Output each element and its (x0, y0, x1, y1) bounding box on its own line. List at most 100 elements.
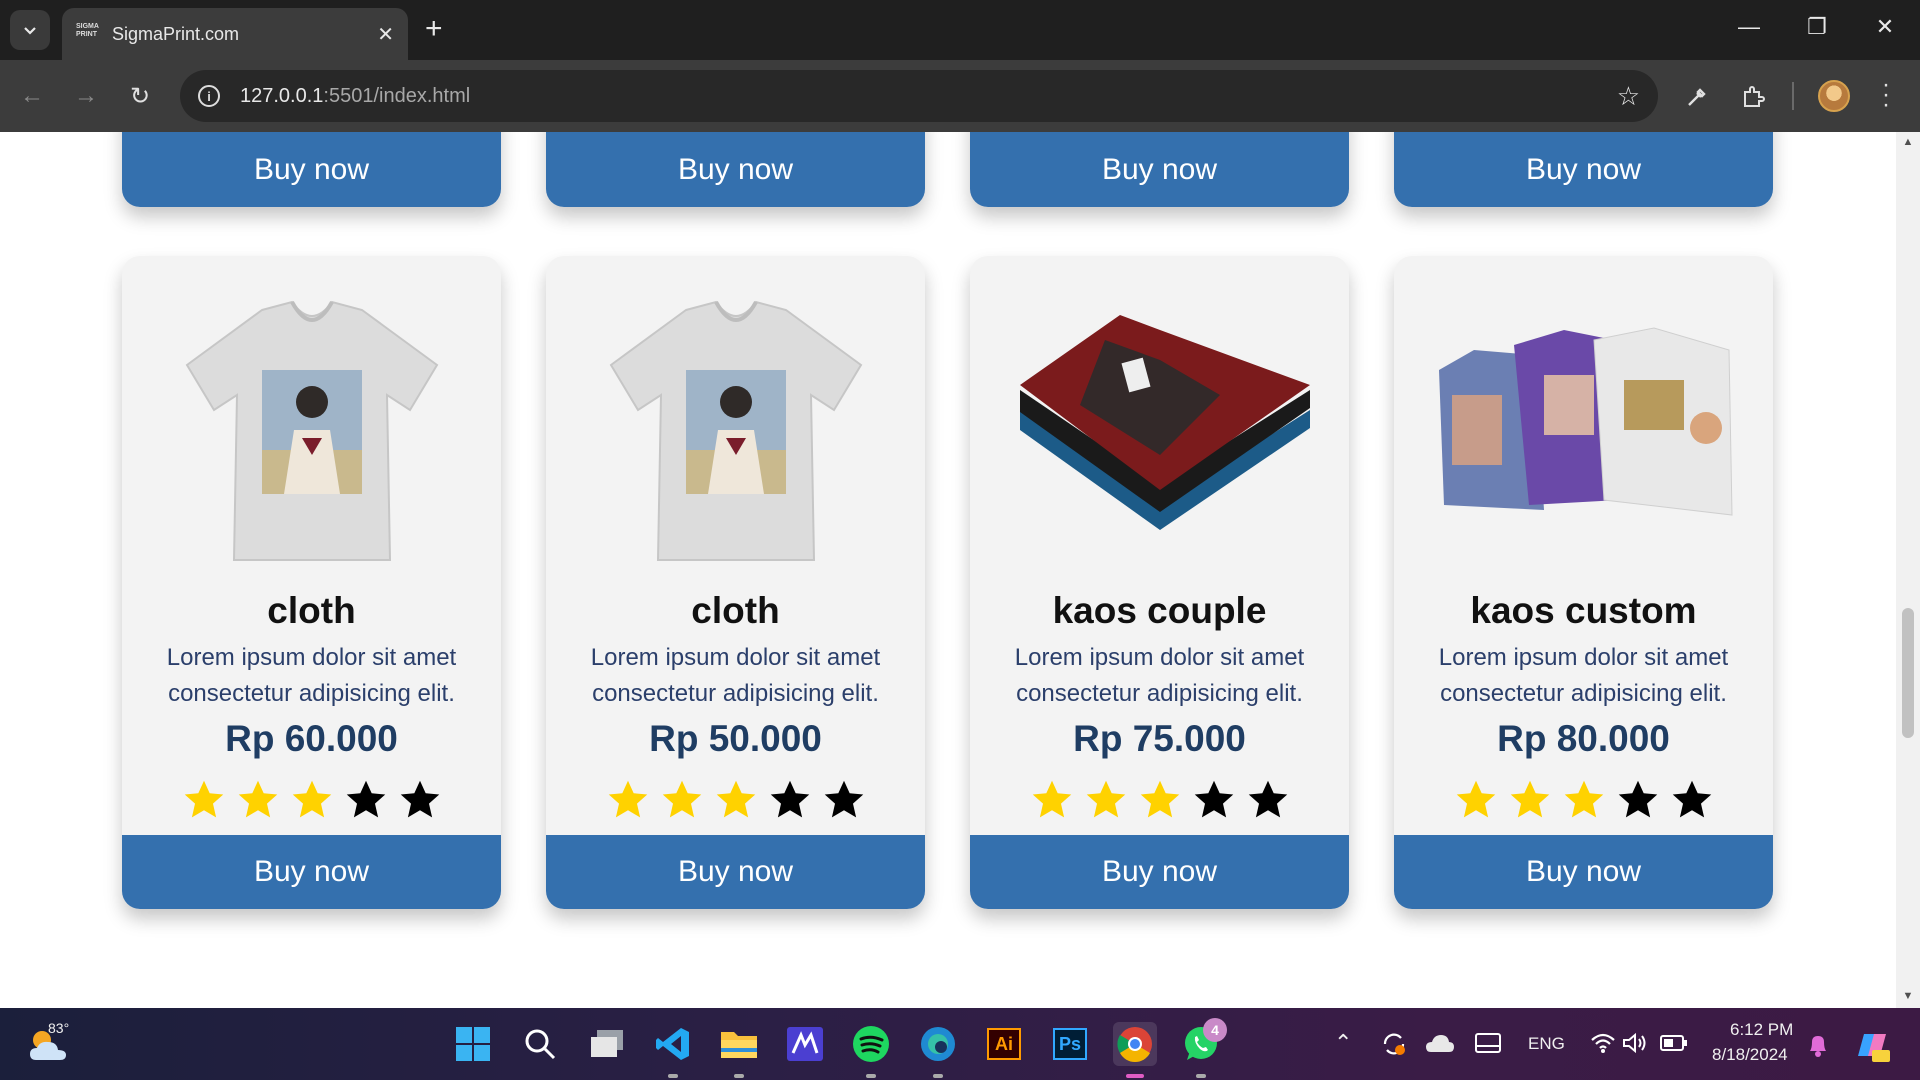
vscode-icon[interactable] (651, 1022, 695, 1066)
star-rating (546, 778, 925, 822)
url-host: 127.0.0.1 (240, 84, 324, 107)
star-filled-icon (1140, 780, 1179, 818)
forward-arrow-icon[interactable]: → (68, 78, 104, 114)
product-card: kaos custom Lorem ipsum dolor sit amet c… (1394, 256, 1773, 909)
buy-now-button[interactable]: Buy now (122, 835, 501, 909)
url-path: :5501/index.html (323, 84, 471, 107)
star-empty-icon (1618, 780, 1657, 818)
browser-toolbar: ← → ↻ i 127.0.0.1:5501/index.html ☆ (0, 60, 1920, 132)
star-filled-icon (662, 780, 701, 818)
product-card-partial: Buy now (122, 132, 501, 207)
copilot-icon[interactable] (1854, 1028, 1890, 1067)
input-language[interactable]: ENG (1528, 1034, 1565, 1054)
windows-taskbar: 83° Ai Ps 4 ⌃ ENG 6:12 PM 8/18/2024 (0, 1008, 1920, 1080)
buy-now-button[interactable]: Buy now (970, 132, 1349, 207)
running-indicator (933, 1074, 943, 1078)
product-price: Rp 80.000 (1497, 718, 1670, 759)
sync-icon[interactable] (1380, 1030, 1408, 1063)
file-explorer-icon[interactable] (717, 1022, 761, 1066)
star-filled-icon (1564, 780, 1603, 818)
close-tab-icon[interactable]: ✕ (377, 22, 394, 47)
product-description: Lorem ipsum dolor sit amet consectetur a… (166, 644, 457, 707)
show-hidden-icons-chevron-icon[interactable]: ⌃ (1334, 1030, 1352, 1056)
page-scrollbar[interactable]: ▲ ▼ (1896, 132, 1920, 1008)
onedrive-cloud-icon[interactable] (1425, 1032, 1455, 1059)
restore-icon[interactable]: ❐ (1802, 14, 1832, 40)
address-bar[interactable]: i 127.0.0.1:5501/index.html ☆ (180, 70, 1658, 122)
running-indicator (1196, 1074, 1206, 1078)
product-card: kaos couple Lorem ipsum dolor sit amet c… (970, 256, 1349, 909)
product-name: cloth (267, 590, 356, 631)
product-name: kaos couple (1052, 590, 1267, 631)
product-price: Rp 75.000 (1073, 718, 1246, 759)
running-indicator (866, 1074, 876, 1078)
star-rating (970, 778, 1349, 822)
bookmark-star-icon[interactable]: ☆ (1617, 81, 1640, 112)
star-empty-icon (1194, 780, 1233, 818)
star-filled-icon (1086, 780, 1125, 818)
chrome-icon[interactable] (1113, 1022, 1157, 1066)
product-price: Rp 50.000 (649, 718, 822, 759)
scroll-down-arrow-icon[interactable]: ▼ (1896, 990, 1920, 1002)
star-empty-icon (400, 780, 439, 818)
product-card: cloth Lorem ipsum dolor sit amet consect… (122, 256, 501, 909)
scroll-up-arrow-icon[interactable]: ▲ (1896, 136, 1920, 148)
star-filled-icon (184, 780, 223, 818)
buy-now-button[interactable]: Buy now (1394, 835, 1773, 909)
back-arrow-icon[interactable]: ← (14, 78, 50, 114)
weather-temperature: 83° (48, 1020, 70, 1036)
product-description: Lorem ipsum dolor sit amet consectetur a… (1014, 644, 1305, 707)
extensions-puzzle-icon[interactable] (1736, 80, 1770, 114)
star-filled-icon (608, 780, 647, 818)
buy-now-button[interactable]: Buy now (1394, 132, 1773, 207)
browser-tab-active[interactable]: SIGMA PRINT SigmaPrint.com ✕ (62, 8, 408, 60)
edge-icon[interactable] (916, 1022, 960, 1066)
spotify-icon[interactable] (849, 1022, 893, 1066)
browser-menu-icon[interactable]: · · · (1876, 73, 1896, 117)
tab-search-button[interactable] (10, 10, 50, 50)
app-m-icon[interactable] (783, 1022, 827, 1066)
new-tab-button[interactable]: + (425, 12, 443, 46)
eyedropper-icon[interactable] (1680, 80, 1714, 114)
windows-start-icon[interactable] (451, 1022, 495, 1066)
display-icon[interactable] (1474, 1032, 1502, 1061)
clock-time[interactable]: 6:12 PM (1730, 1020, 1793, 1040)
sigma-print-favicon-icon: SIGMA PRINT (76, 23, 99, 38)
close-window-icon[interactable]: ✕ (1870, 14, 1900, 40)
buy-now-button[interactable]: Buy now (122, 132, 501, 207)
star-empty-icon (770, 780, 809, 818)
url-text[interactable]: 127.0.0.1:5501/index.html (240, 85, 1617, 108)
scrollbar-thumb[interactable] (1902, 608, 1914, 738)
star-empty-icon (346, 780, 385, 818)
notification-bell-icon[interactable] (1806, 1032, 1830, 1063)
search-icon[interactable] (518, 1022, 562, 1066)
buy-now-button[interactable]: Buy now (546, 132, 925, 207)
star-filled-icon (1510, 780, 1549, 818)
star-filled-icon (716, 780, 755, 818)
star-rating (1394, 778, 1773, 822)
wifi-icon[interactable] (1590, 1032, 1616, 1059)
star-rating (122, 778, 501, 822)
running-indicator (734, 1074, 744, 1078)
site-info-icon[interactable]: i (198, 85, 220, 107)
profile-avatar[interactable] (1818, 80, 1850, 112)
buy-now-button[interactable]: Buy now (970, 835, 1349, 909)
illustrator-icon[interactable]: Ai (982, 1022, 1026, 1066)
star-empty-icon (824, 780, 863, 818)
product-card-partial: Buy now (1394, 132, 1773, 207)
battery-icon[interactable] (1660, 1034, 1688, 1057)
star-filled-icon (292, 780, 331, 818)
task-view-icon[interactable] (585, 1022, 629, 1066)
minimize-icon[interactable]: — (1734, 14, 1764, 40)
whatsapp-notification-badge: 4 (1203, 1018, 1227, 1042)
volume-icon[interactable] (1622, 1032, 1648, 1059)
star-filled-icon (238, 780, 277, 818)
buy-now-button[interactable]: Buy now (546, 835, 925, 909)
star-filled-icon (1032, 780, 1071, 818)
reload-icon[interactable]: ↻ (122, 78, 158, 114)
toolbar-separator (1792, 82, 1794, 110)
photoshop-icon[interactable]: Ps (1048, 1022, 1092, 1066)
running-indicator-active (1126, 1074, 1144, 1078)
browser-titlebar: SIGMA PRINT SigmaPrint.com ✕ + — ❐ ✕ (0, 0, 1920, 60)
clock-date[interactable]: 8/18/2024 (1712, 1045, 1788, 1065)
